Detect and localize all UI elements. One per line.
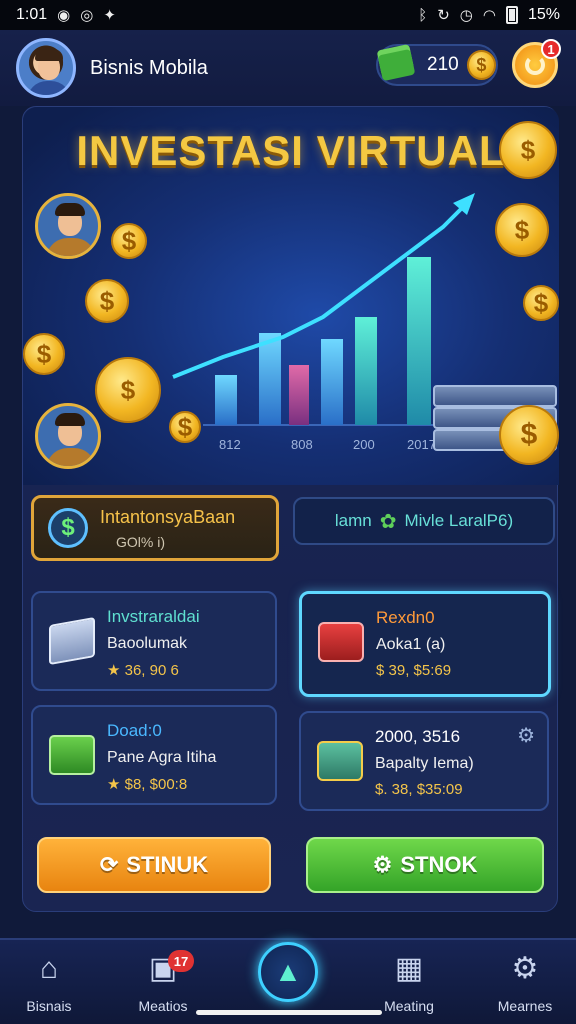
card-title: Doad:0 xyxy=(107,721,162,740)
chart-bar xyxy=(215,375,237,425)
treasure-chest-icon xyxy=(317,741,363,781)
red-briefcase-icon xyxy=(318,622,364,662)
investment-card[interactable]: Rexdn0 Aoka1 (a) $ 39, $5:69 xyxy=(299,591,551,697)
banner-title: IntantonsyaBaan xyxy=(100,506,236,527)
banner-text: Mivle LaralP6) xyxy=(404,511,514,530)
nav-item-center[interactable]: ▲ xyxy=(258,942,318,1002)
banner-subtitle: GOl% i) xyxy=(116,533,165,550)
username: Bisnis Mobila xyxy=(90,56,208,79)
chart-tick-label: 812 xyxy=(219,437,241,452)
stnok-button[interactable]: ⚙ STNOK xyxy=(306,837,544,893)
card-subtitle: Aoka1 (a) xyxy=(376,636,446,653)
investment-card[interactable]: Invstraraldai Baoolumak ★ 36, 90 6 xyxy=(31,591,277,691)
chart-bar xyxy=(289,365,309,425)
battery-icon xyxy=(505,6,518,24)
coin-icon: $ xyxy=(23,333,65,375)
top-header: Bisnis Mobila 210 $ 1 xyxy=(0,30,576,106)
nav-item-settings[interactable]: ⚙ Mearnes xyxy=(480,950,570,1014)
nav-item-home[interactable]: ⌂ Bisnais xyxy=(4,950,94,1014)
stinuk-button[interactable]: ⟳ STINUK xyxy=(37,837,271,893)
info-banner[interactable]: lamn ✿ Mivle LaralP6) xyxy=(293,497,555,545)
leaf-icon: ✿ xyxy=(379,510,397,533)
green-box-icon xyxy=(49,735,95,775)
gear-icon[interactable]: ⚙ xyxy=(517,723,535,748)
refresh-icon: ⟳ xyxy=(99,852,119,877)
coin-icon: $ xyxy=(111,223,147,259)
chart-bar xyxy=(355,317,377,425)
coin-icon: $ xyxy=(95,357,161,423)
hero-title: INVESTASI VIRTUAL xyxy=(76,127,506,174)
bluetooth-icon: ᛒ xyxy=(418,6,428,24)
coin-icon: $ xyxy=(85,279,129,323)
notification-badge: 1 xyxy=(541,39,561,59)
investor-portrait xyxy=(35,403,101,469)
investment-card[interactable]: Doad:0 Pane Agra Itiha ★ $8, $00:8 xyxy=(31,705,277,805)
status-time: 1:01 xyxy=(16,6,48,23)
status-bar: 1:01 ◉ ◎ ✦ ᛒ ↻ ◷ ◠ 15% xyxy=(0,0,576,30)
investment-card[interactable]: ⚙ 2000, 3516 Bapalty Iema) $. 38, $35:09 xyxy=(299,711,549,811)
chart-bar xyxy=(407,257,431,425)
gear-icon: ⚙ xyxy=(372,852,393,877)
battery-percent: 15% xyxy=(527,6,560,23)
main-panel: 812 808 200 2017 INVESTASI VIRTUAL $ $ $… xyxy=(22,106,559,912)
coin-count: 210 xyxy=(427,54,459,75)
app-icon: ✦ xyxy=(103,7,116,24)
book-stack-icon xyxy=(49,616,95,666)
gear-icon: ⚙ xyxy=(511,952,539,985)
money-stack-icon xyxy=(377,48,416,82)
coin-balance[interactable]: 210 $ xyxy=(376,44,498,86)
notification-button[interactable]: 1 xyxy=(512,39,561,88)
grid-icon: ▦ xyxy=(394,952,424,985)
stats-icon: ▣ xyxy=(148,952,178,985)
nav-item-grid[interactable]: ▦ Meating xyxy=(364,950,454,1014)
chart-bar xyxy=(259,333,281,425)
wifi-icon: ◠ xyxy=(482,7,496,24)
card-subtitle: Baoolumak xyxy=(107,635,188,652)
star-icon: ★ xyxy=(107,662,121,679)
alarm-icon: ◷ xyxy=(459,7,473,24)
investment-offer-banner[interactable]: $ IntantonsyaBaan GOl% i) xyxy=(31,495,279,561)
rocket-icon: ▲ xyxy=(274,956,302,987)
card-value: ★ $8, $00:8 xyxy=(107,776,188,793)
coin-icon: $ xyxy=(495,203,549,257)
home-indicator[interactable] xyxy=(196,1010,382,1015)
card-subtitle: Pane Agra Itiha xyxy=(107,749,217,766)
sync-icon: ↻ xyxy=(437,7,450,24)
coin-icon: $ xyxy=(466,50,496,80)
coin-icon: $ xyxy=(499,405,559,465)
chart-tick-label: 808 xyxy=(291,437,313,452)
nav-badge: 17 xyxy=(168,950,194,972)
home-icon: ⌂ xyxy=(39,952,59,985)
chart-bar xyxy=(321,339,343,425)
money-stack-icon: $ xyxy=(433,357,559,467)
refresh-icon xyxy=(525,55,545,75)
card-subtitle: Bapalty Iema) xyxy=(375,755,474,772)
notification-icon: ◉ xyxy=(57,7,71,24)
banner-text: lamn xyxy=(334,511,372,530)
card-value: $ 39, $5:69 xyxy=(376,662,452,679)
notification-icon: ◎ xyxy=(80,7,94,24)
chart-tick-label: 2017 xyxy=(407,437,436,452)
chart-tick-label: 200 xyxy=(353,437,375,452)
card-value: $. 38, $35:09 xyxy=(375,781,463,798)
avatar[interactable] xyxy=(16,38,76,98)
card-title: Rexdn0 xyxy=(376,608,435,627)
coin-icon: $ xyxy=(523,285,559,321)
coin-icon: $ xyxy=(169,411,201,443)
star-icon: ★ xyxy=(107,776,121,793)
nav-item-stats[interactable]: ▣ 17 Meatios xyxy=(118,950,208,1014)
investor-portrait xyxy=(35,193,101,259)
hero-banner: 812 808 200 2017 INVESTASI VIRTUAL $ $ $… xyxy=(23,107,559,485)
card-title: Invstraraldai xyxy=(107,607,200,626)
dollar-icon: $ xyxy=(48,508,88,548)
coin-icon: $ xyxy=(499,121,557,179)
card-title: 2000, 3516 xyxy=(375,727,461,746)
card-value: ★ 36, 90 6 xyxy=(107,662,179,679)
